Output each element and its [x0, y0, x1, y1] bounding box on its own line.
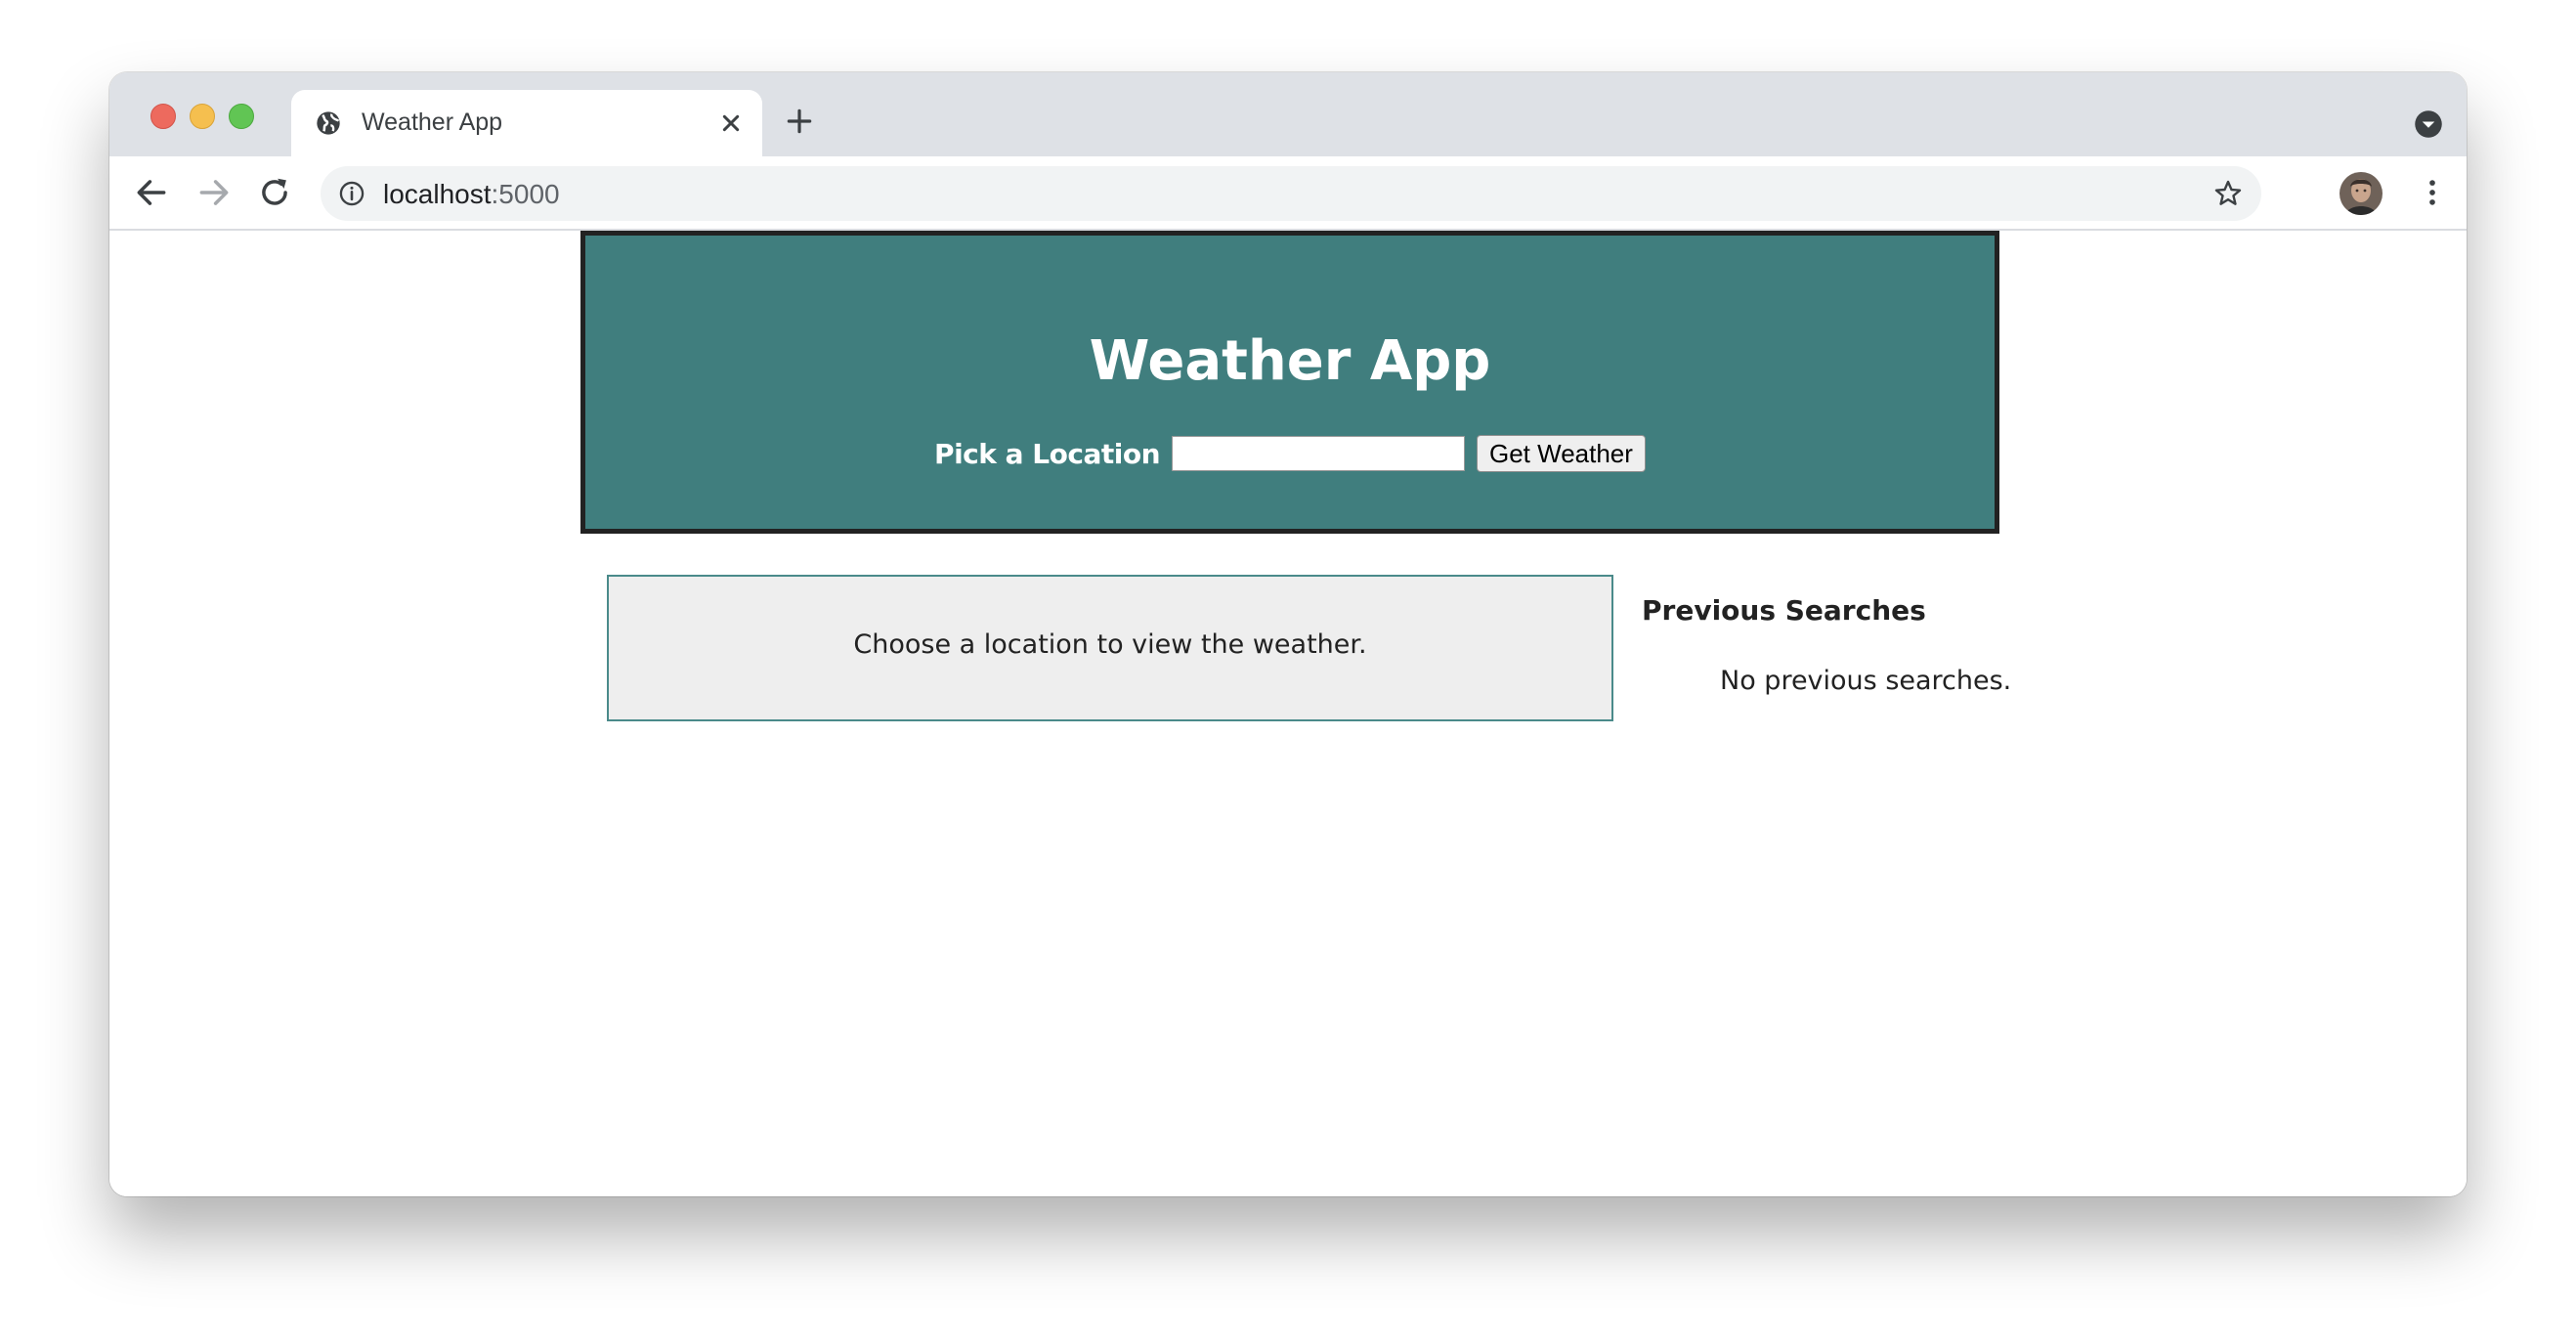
tab-strip: Weather App [109, 72, 2467, 156]
tab-title: Weather App [362, 108, 503, 136]
url-text: localhost:5000 [383, 179, 560, 210]
url-host: localhost [383, 179, 492, 209]
reload-icon[interactable] [256, 174, 293, 211]
get-weather-button[interactable]: Get Weather [1477, 435, 1646, 472]
url-port: :5000 [491, 179, 560, 209]
weather-message: Choose a location to view the weather. [853, 629, 1367, 660]
arrow-left-icon[interactable] [133, 174, 170, 211]
close-window-button[interactable] [150, 104, 176, 129]
previous-searches-title: Previous Searches [1642, 594, 1926, 627]
browser-window: Weather App localhost:5000 Weather App P… [109, 72, 2467, 1196]
page-title: Weather App [1089, 329, 1491, 393]
previous-searches-empty: No previous searches. [1720, 666, 2012, 696]
maximize-window-button[interactable] [229, 104, 254, 129]
arrow-right-icon[interactable] [195, 174, 233, 211]
plus-icon[interactable] [784, 106, 815, 137]
location-label: Pick a Location [934, 437, 1160, 470]
chevron-down-circle-icon[interactable] [2414, 109, 2443, 139]
browser-toolbar: localhost:5000 [109, 156, 2467, 231]
screenshot-stage: Weather App localhost:5000 Weather App P… [0, 0, 2576, 1343]
location-form: Pick a Location Get Weather [585, 433, 1995, 474]
location-input[interactable] [1172, 436, 1465, 471]
info-icon[interactable] [338, 180, 365, 207]
star-icon[interactable] [2212, 178, 2244, 209]
globe-icon [317, 111, 340, 135]
more-vert-icon[interactable] [2416, 174, 2449, 211]
app-header: Weather App Pick a Location Get Weather [580, 231, 1999, 534]
page-content: Weather App Pick a Location Get Weather … [109, 231, 2467, 1196]
tab-weather-app[interactable]: Weather App [291, 90, 762, 156]
weather-panel: Choose a location to view the weather. [607, 575, 1613, 721]
close-icon[interactable] [715, 108, 747, 139]
minimize-window-button[interactable] [190, 104, 215, 129]
avatar[interactable] [2340, 172, 2383, 215]
address-bar[interactable]: localhost:5000 [321, 166, 2261, 221]
